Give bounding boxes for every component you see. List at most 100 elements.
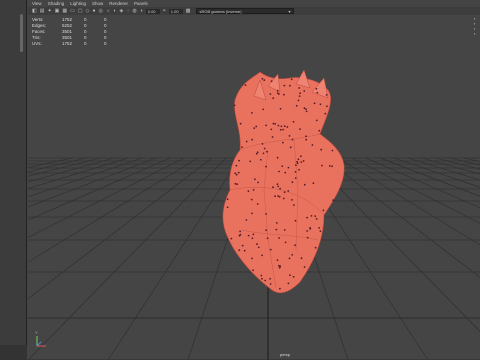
color-management-icon[interactable]: ▩	[186, 7, 191, 15]
grid-line	[421, 157, 480, 175]
mesh-vertex	[287, 166, 290, 169]
grid-line	[407, 157, 480, 181]
gamma-icon[interactable]: ◓	[163, 7, 166, 15]
mesh-vertex	[319, 230, 322, 233]
image-plane-icon[interactable]: ▣	[55, 7, 60, 15]
panel-menu-bar: View Shading Lighting Show Renderer Pane…	[28, 0, 480, 7]
mesh-vertex	[236, 183, 239, 186]
mesh-vertex	[303, 266, 306, 268]
mesh-vertex	[318, 227, 321, 229]
mesh-vertex	[279, 287, 281, 290]
heart-body	[222, 71, 345, 294]
mesh-vertex	[230, 237, 233, 240]
mesh-vertex	[315, 119, 318, 122]
mesh-vertex	[237, 171, 240, 174]
mesh-vertex	[294, 219, 297, 222]
menu-show[interactable]: Show	[92, 1, 103, 6]
mesh-vertex	[303, 183, 306, 186]
mesh-vertex	[256, 203, 259, 205]
mesh-vertex	[265, 165, 267, 168]
mesh-vertex	[265, 213, 267, 215]
resolution-gate-icon[interactable]: ▢	[78, 7, 83, 15]
mesh-vertex	[314, 215, 317, 218]
mesh-vertex	[325, 94, 328, 96]
panel-toolbar: ◧ ▤ ✦ ▣ ▦ ▭ ▢ ◇ ● ◎ ☼ ◐ ◈ ◌ ◍ ◑ 0.00 ◓ 1…	[28, 7, 480, 15]
mesh-vertex	[300, 155, 302, 158]
mesh-vertex	[263, 79, 266, 81]
isolate-icon[interactable]: ◈	[120, 7, 124, 15]
menu-shading[interactable]: Shading	[48, 1, 65, 6]
mesh-vertex	[239, 122, 242, 125]
mesh-vertex	[270, 80, 273, 82]
menu-view[interactable]: View	[32, 1, 42, 6]
mesh-vertex	[274, 123, 277, 125]
mesh-vertex	[278, 195, 281, 198]
viewport-scene[interactable]	[28, 0, 480, 360]
mesh-vertex	[287, 282, 290, 285]
grid-line	[351, 157, 480, 224]
mesh-vertex	[280, 125, 283, 128]
mesh-vertex	[313, 102, 316, 105]
camera-attributes-icon[interactable]: ▤	[40, 7, 45, 15]
mesh-vertex	[314, 246, 317, 249]
mesh-vertex	[297, 99, 300, 102]
mesh-vertex	[305, 110, 308, 113]
mesh-vertex	[275, 228, 278, 231]
mesh-vertex	[283, 191, 286, 194]
xray-icon[interactable]: ◌	[126, 7, 129, 15]
mesh-vertex	[278, 170, 280, 173]
mesh-vertex	[245, 140, 248, 143]
bookmark-icon[interactable]: ✦	[47, 7, 51, 15]
mesh-vertex	[264, 279, 267, 282]
grid-line	[28, 157, 213, 300]
mesh-vertex	[315, 87, 318, 90]
mesh-vertex	[311, 144, 314, 146]
lights-icon[interactable]: ☼	[106, 7, 111, 15]
mesh-vertex	[303, 90, 306, 92]
axis-label-y: Y	[35, 330, 38, 335]
left-panel-scrollbar[interactable]	[20, 14, 23, 52]
grid-line	[449, 157, 480, 166]
textured-icon[interactable]: ◎	[99, 7, 103, 15]
mesh-vertex	[295, 104, 298, 107]
mesh-vertex	[269, 283, 272, 285]
mesh-vertex	[276, 92, 279, 94]
smooth-shade-icon[interactable]: ●	[92, 7, 95, 15]
grid-toggle-icon[interactable]: ▦	[62, 7, 67, 15]
shadows-icon[interactable]: ◐	[113, 7, 116, 15]
gamma-field[interactable]: 1.00	[168, 8, 183, 14]
mesh-vertex	[286, 126, 289, 128]
menu-panels[interactable]: Panels	[134, 1, 148, 6]
mesh-vertex	[279, 187, 281, 190]
mesh-vertex	[235, 164, 238, 167]
heart-mesh[interactable]	[222, 69, 345, 294]
view-axis-gizmo: Y	[34, 330, 50, 352]
mesh-vertex	[302, 160, 305, 162]
mesh-vertex	[245, 219, 248, 221]
mesh-vertex	[283, 84, 286, 87]
mesh-vertex	[295, 164, 297, 167]
mesh-vertex	[281, 165, 284, 168]
mesh-vertex	[243, 249, 246, 252]
select-camera-icon[interactable]: ◧	[32, 7, 37, 15]
mesh-vertex	[297, 158, 300, 161]
viewport-panel[interactable]: View Shading Lighting Show Renderer Pane…	[28, 0, 480, 360]
exposure-field[interactable]: 0.00	[145, 8, 160, 14]
ambient-occlusion-icon[interactable]: ◍	[132, 7, 136, 15]
film-gate-icon[interactable]: ▭	[70, 7, 75, 15]
view-transform-select[interactable]: sRGB gamma (Inverse) ▾	[195, 8, 294, 14]
mesh-vertex	[271, 136, 274, 138]
mesh-vertex	[276, 259, 279, 261]
menu-renderer[interactable]: Renderer	[109, 1, 128, 6]
grid-line	[28, 157, 185, 238]
mesh-vertex	[241, 146, 243, 149]
mesh-vertex	[244, 84, 247, 86]
mesh-vertex	[266, 237, 269, 240]
mesh-vertex	[293, 204, 295, 206]
exposure-icon[interactable]: ◑	[140, 7, 143, 15]
menu-lighting[interactable]: Lighting	[70, 1, 86, 6]
wireframe-icon[interactable]: ◇	[86, 7, 90, 15]
mesh-vertex	[255, 125, 258, 128]
mesh-vertex	[261, 143, 264, 145]
mesh-vertex	[288, 257, 291, 260]
